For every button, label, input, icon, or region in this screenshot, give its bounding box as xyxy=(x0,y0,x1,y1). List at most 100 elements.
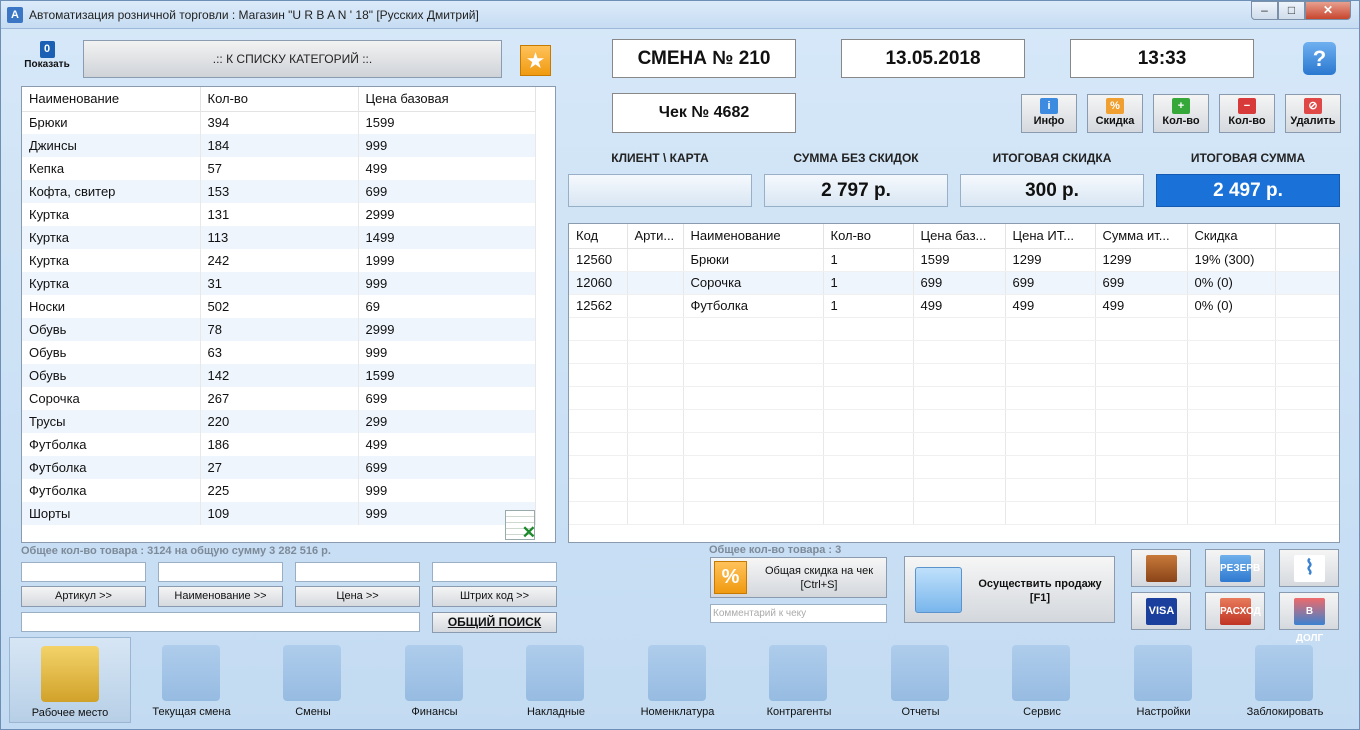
info-label: Инфо xyxy=(1033,115,1065,127)
table-cell: 1599 xyxy=(358,364,536,387)
table-cell xyxy=(569,455,628,479)
title-bar: A Автоматизация розничной торговли : Маг… xyxy=(1,1,1359,29)
column-header[interactable]: Кол-во xyxy=(200,87,359,112)
column-header[interactable]: Арти... xyxy=(627,224,684,249)
nav-item[interactable]: Настройки xyxy=(1103,637,1225,723)
category-list-button[interactable]: .:: К СПИСКУ КАТЕГОРИЙ ::. xyxy=(83,40,502,78)
table-row[interactable]: 12562 Футболка 1 499 499 499 0% (0) xyxy=(569,294,1339,318)
table-row[interactable]: Джинсы 184 999 xyxy=(22,134,536,157)
name-input[interactable] xyxy=(158,562,283,582)
table-row[interactable]: Футболка 27 699 xyxy=(22,456,536,479)
column-header[interactable]: Наименование xyxy=(22,87,201,112)
table-cell xyxy=(627,386,684,410)
column-header[interactable]: Сумма ит... xyxy=(1095,224,1188,249)
client-card-field[interactable] xyxy=(568,174,752,207)
excel-export-icon[interactable]: ✕ xyxy=(505,510,536,542)
global-search-button[interactable]: ОБЩИЙ ПОИСК xyxy=(432,612,557,633)
info-button[interactable]: i Инфо xyxy=(1021,94,1077,133)
table-row[interactable]: 12560 Брюки 1 1599 1299 1299 19% (300) xyxy=(569,248,1339,272)
table-cell: 267 xyxy=(200,387,359,410)
table-row[interactable]: Куртка 242 1999 xyxy=(22,249,536,272)
close-button[interactable]: ✕ xyxy=(1305,1,1351,20)
table-row[interactable]: Куртка 131 2999 xyxy=(22,203,536,226)
nav-item[interactable]: Контрагенты xyxy=(738,637,860,723)
receipt-number-box: Чек № 4682 xyxy=(612,93,796,133)
nav-item[interactable]: Смены xyxy=(252,637,374,723)
table-cell xyxy=(627,478,684,502)
article-filter-button[interactable]: Артикул >> xyxy=(21,586,146,607)
barcode-filter-button[interactable]: Штрих код >> xyxy=(432,586,557,607)
nav-item[interactable]: Накладные xyxy=(495,637,617,723)
table-row[interactable]: Сорочка 267 699 xyxy=(22,387,536,410)
nav-item[interactable]: Рабочее место xyxy=(9,637,131,723)
minimize-button[interactable]: – xyxy=(1251,1,1278,20)
maximize-button[interactable]: □ xyxy=(1278,1,1305,20)
table-row[interactable]: Кофта, свитер 153 699 xyxy=(22,180,536,203)
table-row[interactable]: 12060 Сорочка 1 699 699 699 0% (0) xyxy=(569,271,1339,295)
card-payment-button[interactable]: VISA xyxy=(1131,592,1191,630)
qty-minus-button[interactable]: − Кол-во xyxy=(1219,94,1275,133)
total-discount-value: 300 р. xyxy=(960,174,1144,207)
show-button[interactable]: 0 Показать xyxy=(21,41,73,70)
table-row[interactable]: Трусы 220 299 xyxy=(22,410,536,433)
table-cell xyxy=(627,248,684,272)
debt-button[interactable]: В ДОЛГ xyxy=(1279,592,1339,644)
nav-item[interactable]: Финансы xyxy=(374,637,496,723)
nav-item[interactable]: Сервис xyxy=(981,637,1103,723)
table-row[interactable]: Футболка 186 499 xyxy=(22,433,536,456)
table-cell xyxy=(627,455,684,479)
total-discount-button[interactable]: % Общая скидка на чек [Ctrl+S] xyxy=(710,557,887,598)
nav-item[interactable]: Отчеты xyxy=(860,637,982,723)
nav-item[interactable]: Текущая смена xyxy=(131,637,253,723)
table-row[interactable]: Брюки 394 1599 xyxy=(22,111,536,134)
help-icon[interactable]: ? xyxy=(1303,42,1336,75)
nav-item[interactable]: Заблокировать xyxy=(1224,637,1346,723)
table-cell xyxy=(1005,340,1096,364)
expense-button[interactable]: РАСХОД xyxy=(1205,592,1265,630)
table-row[interactable]: Обувь 142 1599 xyxy=(22,364,536,387)
barcode-input[interactable] xyxy=(432,562,557,582)
receipt-comment-input[interactable]: Комментарий к чеку xyxy=(710,604,887,623)
price-filter-button[interactable]: Цена >> xyxy=(295,586,420,607)
table-cell: 63 xyxy=(200,341,359,364)
attach-button[interactable]: ⌇ xyxy=(1279,549,1339,587)
global-search-input[interactable] xyxy=(21,612,420,632)
article-input[interactable] xyxy=(21,562,146,582)
table-cell: 499 xyxy=(1005,294,1096,318)
price-input[interactable] xyxy=(295,562,420,582)
table-cell: Обувь xyxy=(22,341,201,364)
table-row[interactable]: Обувь 78 2999 xyxy=(22,318,536,341)
table-row[interactable]: Футболка 225 999 xyxy=(22,479,536,502)
sell-button[interactable]: Осуществить продажу [F1] xyxy=(904,556,1115,623)
column-header[interactable]: Цена ИТ... xyxy=(1005,224,1096,249)
column-header[interactable]: Код xyxy=(569,224,628,249)
minus-icon: − xyxy=(1238,98,1256,114)
table-cell xyxy=(1275,409,1339,433)
table-row[interactable]: Куртка 113 1499 xyxy=(22,226,536,249)
table-row[interactable]: Куртка 31 999 xyxy=(22,272,536,295)
delete-button[interactable]: ⊘ Удалить xyxy=(1285,94,1341,133)
column-header[interactable]: Кол-во xyxy=(823,224,914,249)
table-cell xyxy=(1095,317,1188,341)
table-row[interactable]: Кепка 57 499 xyxy=(22,157,536,180)
qty-plus-button[interactable]: + Кол-во xyxy=(1153,94,1209,133)
total-sum-label: ИТОГОВАЯ СУММА xyxy=(1190,151,1306,165)
table-row[interactable]: Шорты 109 999 xyxy=(22,502,536,525)
discount-button[interactable]: % Скидка xyxy=(1087,94,1143,133)
table-cell: 113 xyxy=(200,226,359,249)
favorite-star-icon[interactable]: ★ xyxy=(520,45,551,76)
table-row[interactable]: Обувь 63 999 xyxy=(22,341,536,364)
table-cell xyxy=(913,478,1006,502)
table-row[interactable]: Носки 502 69 xyxy=(22,295,536,318)
column-header[interactable]: Цена базовая xyxy=(358,87,536,112)
table-row xyxy=(569,455,1339,479)
sum-no-discount-value: 2 797 р. xyxy=(764,174,948,207)
column-header[interactable]: Скидка xyxy=(1187,224,1276,249)
reserve-button[interactable]: РЕЗЕРВ xyxy=(1205,549,1265,587)
cash-payment-button[interactable] xyxy=(1131,549,1191,587)
nav-item[interactable]: Номенклатура xyxy=(617,637,739,723)
column-header[interactable]: Цена баз... xyxy=(913,224,1006,249)
column-header[interactable]: Наименование xyxy=(683,224,824,249)
table-cell xyxy=(627,432,684,456)
name-filter-button[interactable]: Наименование >> xyxy=(158,586,283,607)
